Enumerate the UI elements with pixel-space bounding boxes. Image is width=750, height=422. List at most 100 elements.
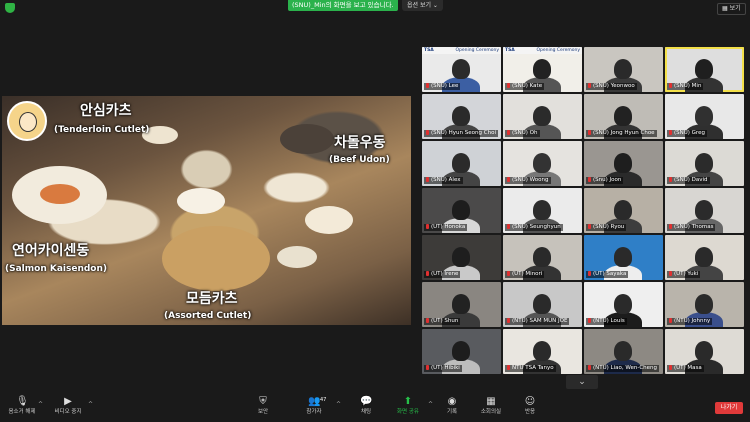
participant-name: (SNU) Greg (667, 130, 707, 137)
label-salmon-kr: 연어카이센동 (12, 243, 90, 259)
participant-name-text: (UT) Shun (431, 318, 459, 324)
security-button[interactable]: ⛨ 보안 (241, 395, 285, 421)
video-options-caret-icon[interactable]: ^ (88, 401, 93, 408)
participants-button[interactable]: 👥 47 참가자 (292, 395, 336, 421)
muted-microphone-icon (507, 177, 510, 182)
reactions-label: 반응 (524, 409, 536, 415)
muted-microphone-icon (669, 224, 672, 229)
participant-tile[interactable]: (NTU) Johnny (665, 282, 744, 327)
muted-microphone-icon (588, 271, 591, 276)
participant-name-text: (SNU) Kate (512, 83, 543, 89)
participant-name: NTU TSA Tanyo (505, 365, 556, 372)
muted-microphone-icon (669, 83, 672, 88)
participant-tile[interactable]: TSA Opening Ceremony (SNU) Lee (422, 47, 501, 92)
participant-tile[interactable]: (SNU) Oh (503, 94, 582, 139)
participant-tile[interactable]: (UT) Honoka (422, 188, 501, 233)
participant-name: (SNU) Oh (505, 130, 540, 137)
slide-title-text: Opening Ceremony (536, 48, 581, 53)
participant-name: (SNU) Ryou (586, 224, 627, 231)
participant-head (533, 153, 551, 173)
participant-tile[interactable]: (SNU) Seunghyun (503, 188, 582, 233)
participant-head (533, 106, 551, 126)
record-button[interactable]: ◉ 기록 (430, 395, 474, 421)
participant-head (695, 200, 713, 220)
participants-count: 47 (320, 397, 327, 403)
participant-tile[interactable]: (SNU) Jong Hyun Choe (584, 94, 663, 139)
participant-name: (UT) Hibiki (424, 365, 462, 372)
participant-name: (SNU) Hyun Seong Choi (424, 130, 498, 137)
label-assorted-en: (Assorted Cutlet) (164, 311, 252, 321)
participant-head (614, 341, 632, 361)
participant-tile[interactable]: (UT) Irene (422, 235, 501, 280)
participant-tile[interactable]: (SNU) Woong (503, 141, 582, 186)
participant-tile[interactable]: (SNU) Yeonwoo (584, 47, 663, 92)
security-shield-icon[interactable] (5, 3, 15, 13)
participant-head (533, 59, 551, 79)
participant-head (452, 153, 470, 173)
participants-caret-icon[interactable]: ^ (336, 401, 341, 408)
label-assorted-kr: 모듬카츠 (186, 291, 238, 307)
participant-tile[interactable]: NTU TSA Tanyo (503, 329, 582, 374)
participant-name-text: (NTU) Louis (593, 318, 625, 324)
participant-tile[interactable]: (NTU) SAM MUN JOE (503, 282, 582, 327)
participant-head (695, 294, 713, 314)
share-screen-button[interactable]: ⬆ 화면 공유 (386, 395, 430, 421)
slide-title-text: Opening Ceremony (455, 48, 500, 53)
participant-head (452, 247, 470, 267)
participant-name: (UT) Shun (424, 318, 461, 325)
participant-tile[interactable]: (UT) Sayaka (584, 235, 663, 280)
participant-head (695, 153, 713, 173)
participant-name-text: (NTU) SAM MUN JOE (512, 318, 568, 324)
participant-tile[interactable]: (SNU) Thomas (665, 188, 744, 233)
participant-tile[interactable]: (SNU) Ryou (584, 188, 663, 233)
breakout-rooms-button[interactable]: ▦ 소회의실 (469, 395, 513, 421)
participant-head (533, 200, 551, 220)
reactions-button[interactable]: ☺ 반응 (508, 395, 552, 421)
participant-tile[interactable]: (SNU) Alex (422, 141, 501, 186)
participant-tile[interactable]: (UT) Masa (665, 329, 744, 374)
participant-name-text: (SNU) Oh (512, 130, 538, 136)
chat-button[interactable]: 💬 채팅 (344, 395, 388, 421)
participant-name: (SNU) Woong (505, 177, 551, 184)
muted-microphone-icon (588, 365, 591, 370)
smiley-icon: ☺ (524, 396, 536, 407)
slide-header: TSA Opening Ceremony (422, 47, 501, 54)
participant-head (452, 200, 470, 220)
stop-video-button[interactable]: ▶ 비디오 중지 (46, 395, 90, 421)
participant-name-text: (Snu) Joon (593, 177, 622, 183)
participant-head (614, 153, 632, 173)
participant-name-text: (UT) Sayaka (593, 271, 627, 277)
label-udon-en: (Beef Udon) (329, 155, 390, 165)
participant-tile[interactable]: (SNU) Greg (665, 94, 744, 139)
participant-head (452, 106, 470, 126)
participant-tile[interactable]: (SNU) Hyun Seong Choi (422, 94, 501, 139)
participant-name-text: (UT) Irene (431, 271, 459, 277)
participant-name-text: (SNU) Greg (674, 130, 705, 136)
participants-icon: 👥 (308, 396, 321, 407)
audio-options-caret-icon[interactable]: ^ (38, 401, 43, 408)
record-label: 기록 (446, 409, 458, 415)
participant-tile[interactable]: (UT) Hibiki (422, 329, 501, 374)
view-options-button[interactable]: 옵션 보기 ⌄ (402, 0, 443, 11)
participant-tile[interactable]: (UT) Yuki (665, 235, 744, 280)
view-button[interactable]: ▦ 보기 (717, 3, 746, 15)
unmute-button[interactable]: 🎙 음소거 해제 (0, 395, 44, 421)
gallery-scroll-down-button[interactable]: ⌄ (566, 375, 598, 389)
participant-tile[interactable]: (NTU) Liao, Wen-Cheng (584, 329, 663, 374)
chat-bubble-icon: 💬 (360, 396, 373, 407)
participant-tile[interactable]: TSA Opening Ceremony (SNU) Kate (503, 47, 582, 92)
unmute-label: 음소거 해제 (8, 409, 36, 415)
participant-head (533, 247, 551, 267)
participant-tile[interactable]: (UT) Shun (422, 282, 501, 327)
microphone-muted-icon: 🎙 (16, 396, 29, 407)
participant-tile[interactable]: (NTU) Louis (584, 282, 663, 327)
participant-name: (SNU) Alex (424, 177, 463, 184)
chat-label: 채팅 (360, 409, 372, 415)
participant-head (614, 247, 632, 267)
participant-tile[interactable]: (Snu) Joon (584, 141, 663, 186)
leave-meeting-button[interactable]: 나가기 (715, 402, 743, 414)
breakout-rooms-label: 소회의실 (480, 409, 502, 415)
participant-tile[interactable]: (SNU) David (665, 141, 744, 186)
participant-tile[interactable]: (SNU) Min (665, 47, 744, 92)
participant-tile[interactable]: (UT) Minori (503, 235, 582, 280)
